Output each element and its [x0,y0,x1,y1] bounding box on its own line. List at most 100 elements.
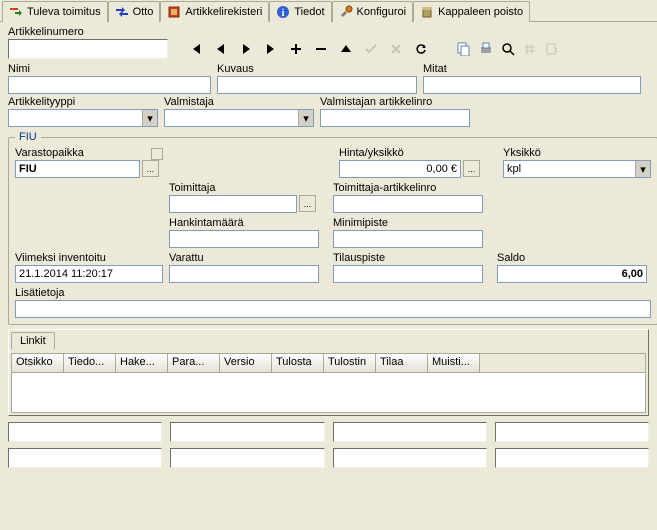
label-hinta-yksikko: Hinta/yksikkö [339,147,487,159]
label-minimipiste: Minimipiste [333,217,483,229]
varastopaikka-browse-button[interactable]: ... [142,160,159,177]
varastopaikka-toggle[interactable] [151,148,163,160]
lisatietoja-input[interactable] [15,300,651,318]
label-artikkelityyppi: Artikkelityyppi [8,96,158,108]
tab-tiedot[interactable]: i Tiedot [269,1,331,22]
linkit-grid[interactable]: Otsikko Tiedo... Hake... Para... Versio … [11,353,646,413]
refresh-icon[interactable] [413,41,429,57]
nimi-input[interactable] [8,76,211,94]
first-record-icon[interactable] [188,41,204,57]
valmistaja-combo[interactable] [164,109,314,127]
export-icon[interactable] [544,41,560,57]
grid-header-muisti[interactable]: Muisti... [428,354,480,372]
label-toimittaja-artikkelinro: Toimittaja-artikkelinro [333,182,483,194]
fiu-group: FIU Varastopaikka ... Hinta/yksikkö ... [8,131,657,325]
hinta-input[interactable] [339,160,461,178]
bottom-input-3[interactable] [333,422,487,442]
label-kuvaus: Kuvaus [217,63,417,75]
last-record-icon[interactable] [263,41,279,57]
bottom-input-2[interactable] [170,422,324,442]
bottom-input-4[interactable] [495,422,649,442]
label-saldo: Saldo [497,252,647,264]
svg-text:i: i [282,8,285,19]
mitat-input[interactable] [423,76,641,94]
grid-header-tulosta[interactable]: Tulosta [272,354,324,372]
bottom-input-7[interactable] [333,448,487,468]
swap-icon [115,5,129,19]
tab-label: Otto [133,6,154,18]
label-tilauspiste: Tilauspiste [333,252,483,264]
tab-label: Tuleva toimitus [27,6,101,18]
tab-kappaleen-poisto[interactable]: Kappaleen poisto [413,1,530,22]
linkit-tab[interactable]: Linkit [11,332,55,349]
tab-label: Artikkelirekisteri [185,6,262,18]
tools-icon [339,5,353,19]
toimittaja-browse-button[interactable]: ... [299,195,316,212]
tab-otto[interactable]: Otto [108,1,161,22]
label-yksikko: Yksikkö [503,147,651,159]
kuvaus-input[interactable] [217,76,417,94]
grid-header-tilaa[interactable]: Tilaa [376,354,428,372]
grid-header-para[interactable]: Para... [168,354,220,372]
label-valmistaja: Valmistaja [164,96,314,108]
artikkelityyppi-combo[interactable] [8,109,158,127]
minimipiste-input[interactable] [333,230,483,248]
hankintamaara-input[interactable] [169,230,319,248]
bottom-row-1 [8,422,649,442]
add-record-icon[interactable] [288,41,304,57]
grid-header-versio[interactable]: Versio [220,354,272,372]
hinta-browse-button[interactable]: ... [463,160,480,177]
varastopaikka-input[interactable] [15,160,140,178]
tab-label: Tiedot [294,6,324,18]
label-lisatietoja: Lisätietoja [15,287,651,299]
main-tab-bar: Tuleva toimitus Otto Artikkelirekisteri … [0,0,657,22]
linkit-panel: Linkit Otsikko Tiedo... Hake... Para... … [8,329,649,416]
confirm-icon[interactable] [363,41,379,57]
grid-header-hake[interactable]: Hake... [116,354,168,372]
bottom-input-6[interactable] [170,448,324,468]
viimeksi-inventoitu-input[interactable] [15,265,163,283]
toimittaja-input[interactable] [169,195,297,213]
tab-konfiguroi[interactable]: Konfiguroi [332,1,414,22]
tab-artikkelirekisteri[interactable]: Artikkelirekisteri [160,1,269,22]
cancel-icon[interactable] [388,41,404,57]
search-icon[interactable] [500,41,516,57]
label-toimittaja: Toimittaja [169,182,319,194]
delete-record-icon[interactable] [313,41,329,57]
next-record-icon[interactable] [238,41,254,57]
bottom-input-1a preguntas[interactable] [8,422,162,442]
valmistajan-artikkelinro-input[interactable] [320,109,470,127]
label-hankintamaara: Hankintamäärä [169,217,319,229]
prev-record-icon[interactable] [213,41,229,57]
hash-icon[interactable] [522,41,538,57]
label-viimeksi-inventoitu: Viimeksi inventoitu [15,252,163,264]
bottom-input-5[interactable] [8,448,162,468]
print-icon[interactable] [478,41,494,57]
yksikko-combo[interactable] [503,160,651,178]
grid-header-row: Otsikko Tiedo... Hake... Para... Versio … [12,354,645,373]
bottom-input-8[interactable] [495,448,649,468]
bottom-row-2 [8,448,649,468]
incoming-icon [9,5,23,19]
saldo-input[interactable] [497,265,647,283]
toimittaja-artikkelinro-input[interactable] [333,195,483,213]
varattu-input[interactable] [169,265,319,283]
grid-header-tiedo[interactable]: Tiedo... [64,354,116,372]
label-varattu: Varattu [169,252,319,264]
copy-icon[interactable] [456,41,472,57]
tilauspiste-input[interactable] [333,265,483,283]
label-nimi: Nimi [8,63,211,75]
catalog-icon [167,5,181,19]
record-toolbar [188,39,560,59]
label-mitat: Mitat [423,63,649,75]
tab-label: Konfiguroi [357,6,407,18]
tab-tuleva-toimitus[interactable]: Tuleva toimitus [2,1,108,22]
up-icon[interactable] [338,41,354,57]
label-varastopaikka: Varastopaikka [15,147,84,159]
label-valmistajan-artikkelinro: Valmistajan artikkelinro [320,96,470,108]
trash-icon [420,5,434,19]
grid-header-otsikko[interactable]: Otsikko [12,354,64,372]
artikkelinumero-input[interactable] [8,39,168,59]
fiu-legend: FIU [15,131,41,143]
grid-header-tulostin[interactable]: Tulostin [324,354,376,372]
